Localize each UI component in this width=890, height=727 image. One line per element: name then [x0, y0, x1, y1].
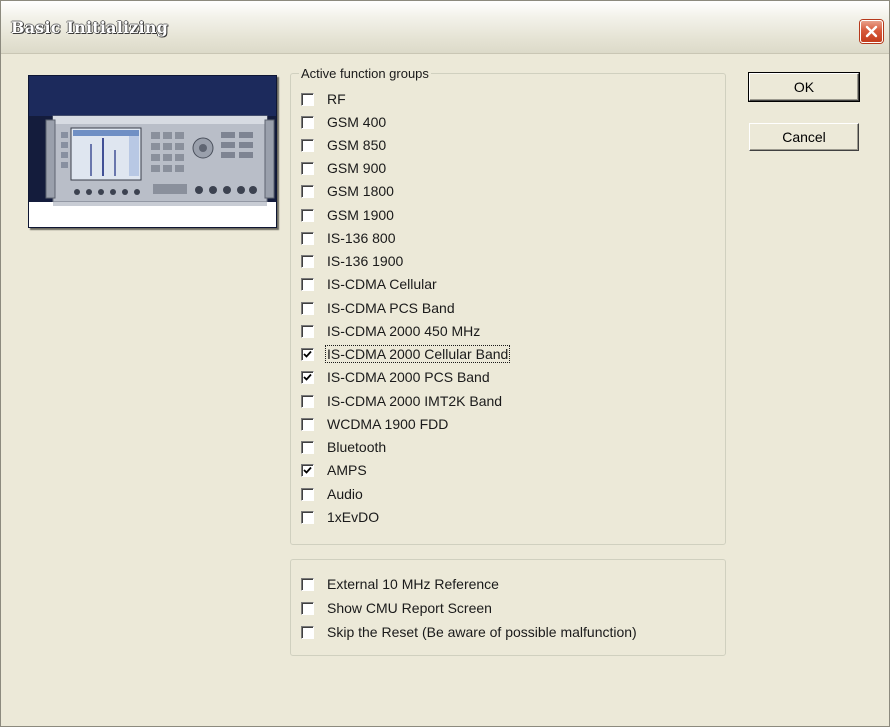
checkbox-gsm-900[interactable]: GSM 900: [301, 157, 387, 179]
checkbox-label: IS-CDMA 2000 450 MHz: [327, 323, 481, 339]
checkbox-label: WCDMA 1900 FDD: [327, 416, 449, 432]
checkbox-is-cdma-2000-450[interactable]: IS-CDMA 2000 450 MHz: [301, 320, 481, 342]
cancel-button[interactable]: Cancel: [749, 123, 859, 151]
checkbox-audio[interactable]: Audio: [301, 483, 364, 505]
checkbox-box[interactable]: [301, 161, 314, 175]
checkbox-is-cdma-2000-imt2k[interactable]: IS-CDMA 2000 IMT2K Band: [301, 390, 503, 412]
checkbox-box[interactable]: [301, 417, 314, 431]
checkmark-icon: [303, 350, 312, 358]
checkbox-skip-the-reset[interactable]: Skip the Reset (Be aware of possible mal…: [301, 621, 638, 643]
checkbox-show-cmu-report-screen[interactable]: Show CMU Report Screen: [301, 597, 493, 619]
checkbox-label: IS-CDMA 2000 IMT2K Band: [327, 393, 503, 409]
checkbox-rf[interactable]: RF: [301, 88, 347, 110]
checkbox-label: External 10 MHz Reference: [327, 576, 499, 592]
checkbox-label: RF: [327, 91, 346, 107]
checkbox-box[interactable]: [301, 347, 314, 361]
checkbox-box[interactable]: [301, 301, 314, 315]
active-function-groups: Active function groups RF GSM 400 GSM 85…: [290, 66, 726, 545]
checkbox-label: GSM 1900: [327, 207, 394, 223]
checkbox-box[interactable]: [301, 370, 314, 384]
checkbox-is-cdma-cellular[interactable]: IS-CDMA Cellular: [301, 273, 438, 295]
checkbox-is-cdma-2000-pcs[interactable]: IS-CDMA 2000 PCS Band: [301, 366, 491, 388]
checkbox-label: Show CMU Report Screen: [327, 600, 492, 616]
checkbox-label: AMPS: [327, 462, 367, 478]
checkbox-wcdma-1900-fdd[interactable]: WCDMA 1900 FDD: [301, 413, 449, 435]
checkbox-box[interactable]: [301, 625, 314, 639]
checkbox-gsm-850[interactable]: GSM 850: [301, 134, 387, 156]
checkmark-icon: [303, 373, 312, 381]
checkbox-box[interactable]: [301, 440, 314, 454]
checkbox-box[interactable]: [301, 577, 314, 591]
active-function-groups-legend: Active function groups: [299, 66, 431, 81]
checkbox-label: IS-136 1900: [327, 253, 404, 269]
title-bar[interactable]: Basic Initializing: [1, 1, 889, 54]
checkbox-gsm-400[interactable]: GSM 400: [301, 111, 387, 133]
ok-button[interactable]: OK: [748, 72, 860, 102]
checkbox-label: IS-CDMA 2000 Cellular Band: [324, 345, 511, 363]
checkbox-label: IS-CDMA 2000 PCS Band: [327, 369, 490, 385]
checkbox-is-cdma-2000-cellular[interactable]: IS-CDMA 2000 Cellular Band: [301, 343, 511, 365]
checkbox-label: GSM 850: [327, 137, 387, 153]
checkbox-label: Audio: [327, 486, 363, 502]
checkbox-1xevdo[interactable]: 1xEvDO: [301, 506, 380, 528]
checkbox-box[interactable]: [301, 231, 314, 245]
checkbox-box[interactable]: [301, 208, 314, 222]
checkbox-label: GSM 900: [327, 160, 387, 176]
checkbox-box[interactable]: [301, 254, 314, 268]
checkmark-icon: [303, 466, 312, 474]
checkbox-label: GSM 400: [327, 114, 387, 130]
dialog-window: Basic Initializing Active function group…: [0, 0, 890, 727]
checkbox-box[interactable]: [301, 277, 314, 291]
checkbox-box[interactable]: [301, 394, 314, 408]
checkbox-label: IS-CDMA Cellular: [327, 276, 437, 292]
checkbox-label: Bluetooth: [327, 439, 387, 455]
checkbox-gsm-1900[interactable]: GSM 1900: [301, 204, 395, 226]
device-picture: [28, 75, 277, 228]
checkbox-box[interactable]: [301, 601, 314, 615]
checkbox-is-136-800[interactable]: IS-136 800: [301, 227, 397, 249]
checkbox-box[interactable]: [301, 463, 314, 477]
checkbox-bluetooth[interactable]: Bluetooth: [301, 436, 387, 458]
checkbox-label: Skip the Reset (Be aware of possible mal…: [327, 624, 637, 640]
checkbox-box[interactable]: [301, 92, 314, 106]
checkbox-box[interactable]: [301, 487, 314, 501]
checkbox-is-136-1900[interactable]: IS-136 1900: [301, 250, 404, 272]
checkbox-box[interactable]: [301, 324, 314, 338]
options-group: External 10 MHz Reference Show CMU Repor…: [290, 559, 726, 656]
checkbox-box[interactable]: [301, 115, 314, 129]
checkbox-is-cdma-pcs-band[interactable]: IS-CDMA PCS Band: [301, 297, 456, 319]
checkbox-gsm-1800[interactable]: GSM 1800: [301, 180, 395, 202]
window-title: Basic Initializing: [11, 18, 169, 37]
close-button[interactable]: [860, 20, 883, 43]
checkbox-label: GSM 1800: [327, 183, 394, 199]
checkbox-box[interactable]: [301, 184, 314, 198]
checkbox-external-10mhz-reference[interactable]: External 10 MHz Reference: [301, 573, 500, 595]
checkbox-box[interactable]: [301, 138, 314, 152]
checkbox-amps[interactable]: AMPS: [301, 459, 368, 481]
checkbox-label: 1xEvDO: [327, 509, 380, 525]
checkbox-label: IS-136 800: [327, 230, 396, 246]
close-icon: [865, 25, 878, 38]
checkbox-box[interactable]: [301, 510, 314, 524]
checkbox-label: IS-CDMA PCS Band: [327, 300, 455, 316]
